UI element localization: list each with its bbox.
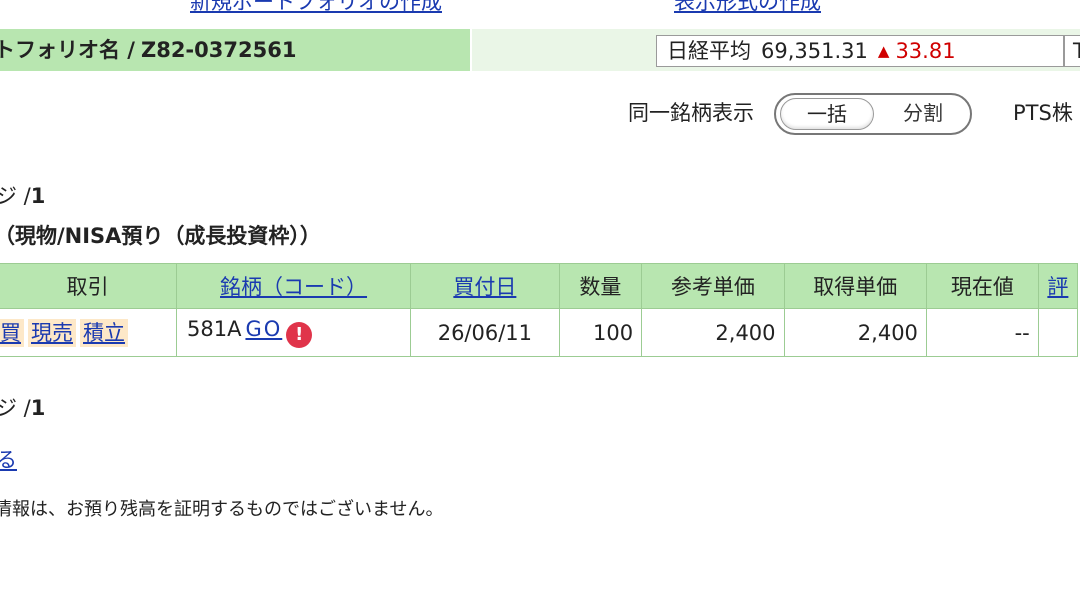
next-index-box: T: [1064, 35, 1080, 67]
next-index-label: T: [1073, 39, 1080, 63]
nikkei-label: 日経平均: [667, 39, 751, 63]
new-portfolio-link[interactable]: 新規ポートフォリオの作成: [190, 0, 442, 16]
same-issue-toggle[interactable]: 一括 分割: [774, 93, 972, 135]
alert-icon[interactable]: !: [286, 322, 313, 348]
col-more[interactable]: 評: [1037, 263, 1079, 309]
paging-bottom-total: 1: [30, 396, 46, 420]
table-row: 買現売 積立 581A GO! 26/06/11 100 2,400 2,400 -…: [0, 308, 1079, 357]
toggle-option-all[interactable]: 一括: [780, 98, 874, 130]
col-current-price: 現在値: [925, 263, 1039, 309]
nikkei-change: 33.81: [895, 39, 956, 63]
col-buy-date[interactable]: 買付日: [410, 263, 560, 309]
portfolio-name-bar: トフォリオ名 / Z82-0372561: [0, 29, 470, 71]
nikkei-index-box: 日経平均 69,351.31 ▲ 33.81: [656, 35, 1064, 67]
paging-bottom: ジ /1: [0, 394, 45, 422]
stock-code: 581A: [187, 317, 242, 341]
section-title: （現物/NISA預り（成長投資枠））: [0, 224, 321, 248]
table-header-row: 取引 銘柄（コード） 買付日 数量 参考単価 取得単価 現在値 評: [0, 263, 1079, 309]
top-links: 新規ポートフォリオの作成 表示形式の作成: [0, 0, 1080, 14]
col-acq-price: 取得単価: [783, 263, 927, 309]
col-name-code[interactable]: 銘柄（コード）: [175, 263, 412, 309]
trade-cell: 買現売 積立: [0, 308, 177, 357]
sell-spot-button[interactable]: 現売: [28, 318, 76, 347]
same-issue-label: 同一銘柄表示: [628, 101, 754, 125]
holdings-table: 取引 銘柄（コード） 買付日 数量 参考単価 取得単価 現在値 評 買現売 積立 …: [0, 263, 1079, 357]
paging-top-prefix: ジ /: [0, 184, 31, 208]
col-trade: 取引: [0, 263, 177, 309]
stock-name-link[interactable]: GO: [245, 317, 282, 341]
buy-date-cell: 26/06/11: [410, 308, 560, 357]
paging-bottom-prefix: ジ /: [0, 396, 31, 420]
ref-price-cell: 2,400: [641, 308, 785, 357]
back-link[interactable]: る: [0, 446, 17, 474]
disclaimer-text: 情報は、お預り残高を証明するものではございません。: [0, 499, 444, 520]
quantity-cell: 100: [558, 308, 643, 357]
sort-buy-date-link[interactable]: 買付日: [453, 275, 516, 299]
nikkei-value: 69,351.31: [761, 39, 868, 63]
toggle-option-split[interactable]: 分割: [876, 98, 970, 130]
more-cell: [1037, 308, 1079, 357]
paging-top-total: 1: [30, 184, 46, 208]
display-format-link[interactable]: 表示形式の作成: [674, 0, 821, 16]
buy-button[interactable]: 買: [0, 318, 24, 347]
col-ref-price: 参考単価: [641, 263, 785, 309]
header-spacer: [472, 29, 648, 71]
current-price-cell: --: [925, 308, 1039, 357]
col-quantity: 数量: [558, 263, 643, 309]
up-triangle-icon: ▲: [877, 42, 890, 60]
paging-top: ジ /1: [0, 182, 45, 210]
portfolio-name-label: トフォリオ名 /: [0, 38, 135, 62]
acq-price-cell: 2,400: [783, 308, 927, 357]
pts-label: PTS株: [1013, 101, 1073, 125]
sort-name-code-link[interactable]: 銘柄（コード）: [220, 275, 367, 299]
portfolio-id: Z82-0372561: [140, 38, 297, 62]
sort-more-link[interactable]: 評: [1047, 275, 1068, 299]
name-code-cell: 581A GO!: [175, 308, 412, 357]
accumulate-button[interactable]: 積立: [80, 318, 128, 347]
